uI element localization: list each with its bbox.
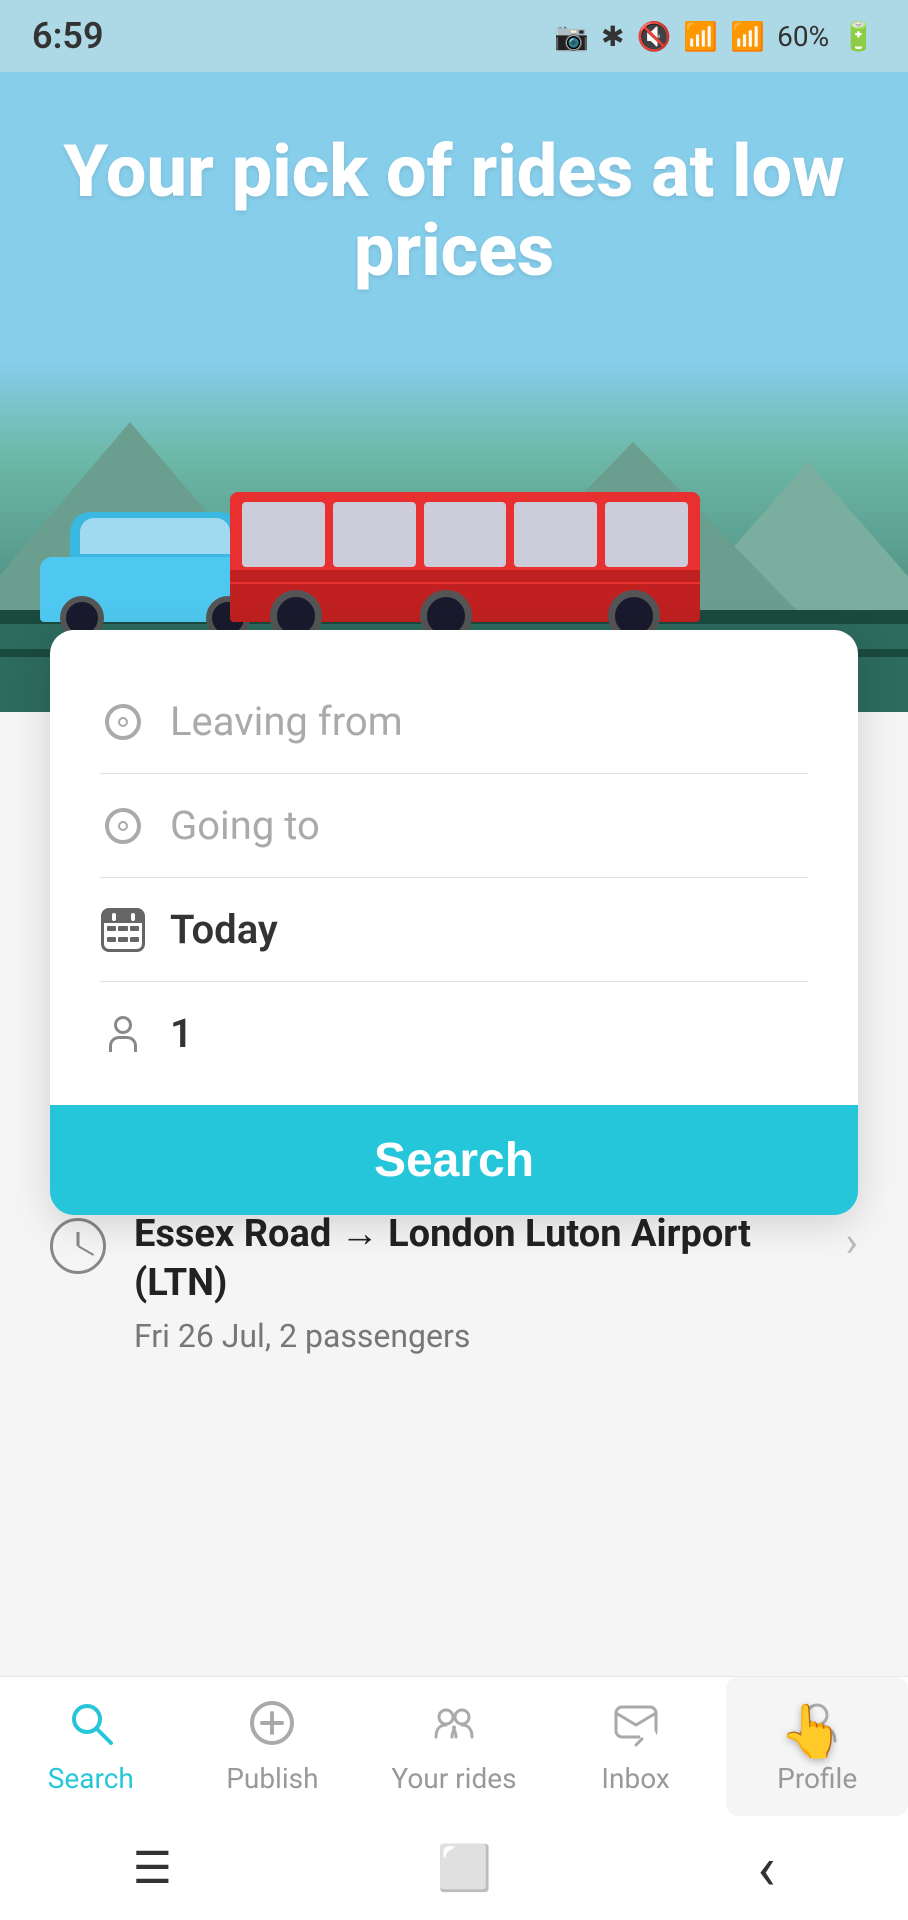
bus-illustration — [230, 462, 700, 622]
bus-window-3 — [424, 502, 507, 567]
cal-dot-2 — [118, 926, 127, 931]
cal-body — [104, 923, 142, 949]
going-to-icon — [100, 803, 146, 849]
search-nav-label: Search — [48, 1762, 134, 1795]
person-icon-body — [109, 1036, 137, 1052]
battery-icon: 🔋 — [841, 20, 876, 53]
recent-route: Essex Road → London Luton Airport (LTN) — [134, 1210, 817, 1309]
passengers-field[interactable]: 1 — [100, 982, 808, 1085]
leaving-from-placeholder: Leaving from — [170, 698, 403, 745]
system-home-button[interactable]: ⬜ — [437, 1842, 492, 1894]
hero-section: Your pick of rides at low prices — [0, 72, 908, 712]
circle-icon-inner-destination — [118, 821, 128, 831]
cal-dot-3 — [130, 926, 139, 931]
camera-icon: 📷 — [554, 20, 589, 53]
inbox-nav-icon — [612, 1699, 660, 1754]
search-nav-icon — [67, 1699, 115, 1754]
your-rides-nav-label: Your rides — [391, 1762, 516, 1795]
wifi-icon: 📶 — [683, 20, 718, 53]
profile-nav-icon — [793, 1699, 841, 1754]
status-time: 6:59 — [32, 15, 104, 57]
nav-item-your-rides[interactable]: Your rides — [363, 1677, 545, 1816]
nav-item-inbox[interactable]: Inbox — [545, 1677, 727, 1816]
car-window — [80, 518, 230, 554]
cal-dot-1 — [107, 926, 116, 931]
clock-hand-minute — [78, 1245, 95, 1256]
clock-icon — [50, 1218, 106, 1274]
cal-dot-6 — [130, 937, 139, 942]
system-menu-button[interactable]: ☰ — [133, 1842, 172, 1894]
status-icons: 📷 ✱ 🔇 📶 📶 60% 🔋 — [554, 20, 876, 53]
calendar-icon — [100, 907, 146, 953]
cal-pin-right — [131, 913, 135, 921]
bluetooth-icon: ✱ — [601, 20, 624, 53]
hero-title: Your pick of rides at low prices — [0, 132, 908, 290]
calendar-icon-shape — [101, 908, 145, 952]
bus-windows — [242, 502, 688, 567]
bus-window-2 — [333, 502, 416, 567]
inbox-nav-label: Inbox — [601, 1762, 669, 1795]
bus-window-5 — [605, 502, 688, 567]
bus-window-4 — [514, 502, 597, 567]
nav-item-search[interactable]: Search — [0, 1677, 182, 1816]
cal-pin-left — [112, 913, 116, 921]
going-to-placeholder: Going to — [170, 802, 320, 849]
circle-icon-inner-departure — [118, 717, 128, 727]
recent-search-section[interactable]: Essex Road → London Luton Airport (LTN) … — [50, 1210, 858, 1355]
nav-item-publish[interactable]: Publish — [182, 1677, 364, 1816]
bus-window-1 — [242, 502, 325, 567]
cal-dot-4 — [107, 937, 116, 942]
cal-dot-5 — [118, 937, 127, 942]
publish-nav-icon — [248, 1699, 296, 1754]
search-card: Leaving from Going to — [50, 630, 858, 1215]
publish-nav-label: Publish — [226, 1762, 318, 1795]
bottom-nav: Search Publish Your rides — [0, 1676, 908, 1816]
system-back-button[interactable]: ‹ — [757, 1833, 775, 1904]
recent-details: Fri 26 Jul, 2 passengers — [134, 1317, 817, 1355]
circle-icon-destination — [105, 808, 141, 844]
system-nav: ☰ ⬜ ‹ — [0, 1816, 908, 1920]
car-illustration — [40, 502, 260, 622]
bus-stripe — [230, 570, 700, 582]
person-icon-head — [114, 1016, 132, 1034]
nav-item-profile[interactable]: Profile — [726, 1677, 908, 1816]
search-button[interactable]: Search — [50, 1105, 858, 1215]
status-bar: 6:59 📷 ✱ 🔇 📶 📶 60% 🔋 — [0, 0, 908, 72]
leaving-from-field[interactable]: Leaving from — [100, 670, 808, 774]
passengers-value: 1 — [170, 1010, 193, 1057]
chevron-right-icon: › — [845, 1218, 858, 1267]
passengers-icon — [100, 1011, 146, 1057]
leaving-from-icon — [100, 699, 146, 745]
circle-icon-departure — [105, 704, 141, 740]
battery-label: 60% — [777, 20, 829, 53]
date-value: Today — [170, 906, 278, 953]
recent-info: Essex Road → London Luton Airport (LTN) … — [134, 1210, 817, 1355]
going-to-field[interactable]: Going to — [100, 774, 808, 878]
person-icon-shape — [109, 1016, 137, 1052]
profile-nav-label: Profile — [777, 1762, 857, 1795]
your-rides-nav-icon — [430, 1699, 478, 1754]
signal-icon: 📶 — [730, 20, 765, 53]
cal-top — [104, 911, 142, 923]
date-field[interactable]: Today — [100, 878, 808, 982]
mute-icon: 🔇 — [637, 20, 672, 53]
